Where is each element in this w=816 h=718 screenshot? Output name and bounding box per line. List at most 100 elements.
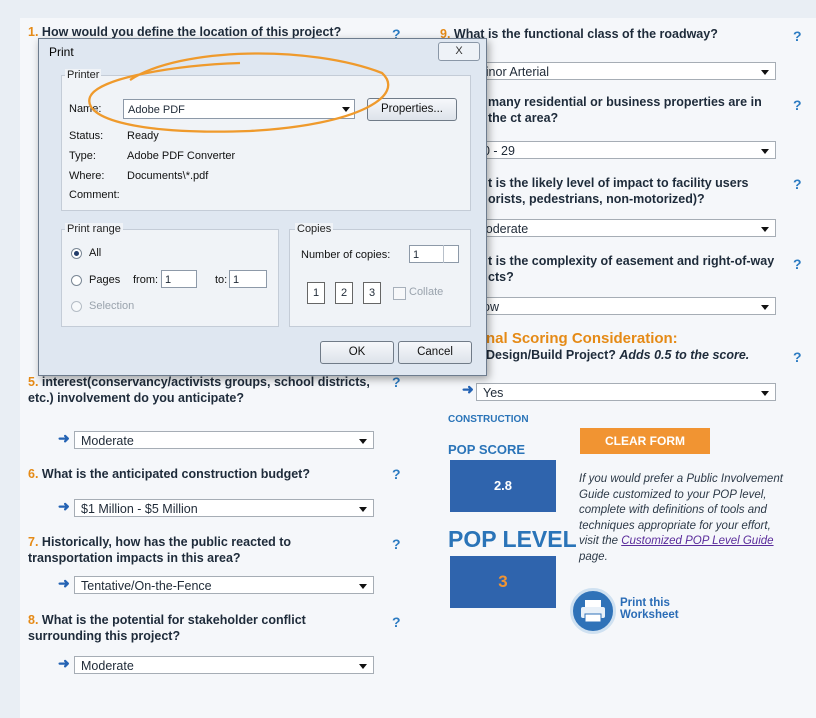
collate-page-icon: 2 [335,282,353,304]
collate-page-icon: 1 [307,282,325,304]
cancel-button[interactable]: Cancel [398,341,472,364]
clear-form-button[interactable]: CLEAR FORM [580,428,710,454]
from-label: from: [133,274,159,286]
q8-select[interactable]: Moderate [74,656,374,674]
type-label: Type: [69,150,96,162]
question-7-number: 7. [28,535,39,549]
collate-page-icon: 3 [363,282,381,304]
info-paragraph: If you would prefer a Public Involvement… [579,472,789,565]
chevron-down-icon [761,70,769,75]
selection-label: Selection [89,300,135,312]
q6-select-value: $1 Million - $5 Million [81,502,198,516]
question-12: t is the complexity of easement and righ… [488,254,775,284]
type-value: Adobe PDF Converter [127,150,236,162]
comment-label: Comment: [69,189,120,201]
copies-group-label: Copies [295,223,334,235]
arrow-icon: ➜ [58,498,70,514]
print-label-line2: Worksheet [620,609,679,621]
special-select-value: Yes [483,386,504,400]
question-9: 9. What is the functional class of the r… [440,26,760,42]
pop-score-value: 2.8 [450,460,556,512]
q9-select[interactable]: linor Arterial [476,62,776,80]
q7-select[interactable]: Tentative/On-the-Fence [74,576,374,594]
help-icon-special[interactable]: ? [793,349,802,365]
question-11: t is the likely level of impact to facil… [488,176,749,206]
question-6-text: What is the anticipated construction bud… [41,467,310,481]
ok-button[interactable]: OK [320,341,394,364]
q10-select[interactable]: 0 - 29 [476,141,776,159]
help-icon-q5[interactable]: ? [392,374,401,390]
question-6-number: 6. [28,467,39,481]
chevron-down-icon [761,391,769,396]
question-1-number: 1. [28,25,39,39]
annotation-ellipse [88,52,390,133]
arrow-icon: ➜ [58,655,70,671]
all-label: All [89,247,102,259]
q9-select-value: linor Arterial [483,65,549,79]
collate-checkbox[interactable] [393,287,406,300]
print-worksheet-link[interactable]: Print this Worksheet [620,597,679,621]
pop-guide-link[interactable]: Customized POP Level Guide [621,535,773,547]
chevron-down-icon [359,664,367,669]
help-icon-q7[interactable]: ? [392,536,401,552]
question-5: 5. interest(conservancy/activists groups… [28,374,378,406]
pages-label: Pages [89,274,121,286]
printer-glyph [581,600,605,623]
arrow-icon: ➜ [462,381,474,397]
question-8-number: 8. [28,613,39,627]
special-scoring-note: Adds 0.5 to the score. [619,348,750,362]
q11-select[interactable]: loderate [476,219,776,237]
help-icon-q11[interactable]: ? [793,176,802,192]
q7-select-value: Tentative/On-the-Fence [81,579,212,593]
pop-score-label: POP SCORE [448,442,526,457]
help-icon-q12[interactable]: ? [793,256,802,272]
special-scoring-text: Design/Build Project? [486,348,616,362]
copies-label: Number of copies: [301,249,391,261]
question-5-number: 5. [28,375,39,389]
pop-level-label: POP LEVEL [448,526,577,552]
printer-icon[interactable] [570,588,616,634]
help-icon-q9[interactable]: ? [793,28,802,44]
where-label: Where: [69,170,105,182]
q5-select-value: Moderate [81,434,134,448]
close-icon: X [455,45,463,57]
info-tail: page. [579,550,608,563]
question-5-text: interest(conservancy/activists groups, s… [28,375,370,405]
special-select[interactable]: Yes [476,383,776,401]
copies-group [289,229,471,327]
q6-select[interactable]: $1 Million - $5 Million [74,499,374,517]
question-9-text: What is the functional class of the road… [453,27,718,41]
help-icon-q6[interactable]: ? [392,466,401,482]
chevron-down-icon [761,149,769,154]
question-10: many residential or business properties … [488,95,762,125]
where-value: Documents\*.pdf [127,170,209,182]
q5-select[interactable]: Moderate [74,431,374,449]
question-8-text: What is the potential for stakeholder co… [28,613,306,643]
question-7-text: Historically, how has the public reacted… [28,535,292,565]
help-icon-q8[interactable]: ? [392,614,401,630]
q12-select[interactable]: ow [476,297,776,315]
copies-input[interactable]: 1 [409,245,459,263]
collate-label: Collate [409,286,444,298]
print-label-line1: Print this [620,597,670,609]
chevron-down-icon [359,507,367,512]
chevron-down-icon [761,227,769,232]
pop-level-value: 3 [450,556,556,608]
question-8: 8. What is the potential for stakeholder… [28,612,378,644]
to-input[interactable]: 1 [229,270,267,288]
q10-select-value: 0 - 29 [483,144,515,158]
to-label: to: [215,274,228,286]
question-6: 6. What is the anticipated construction … [28,466,378,482]
construction-label: CONSTRUCTION [448,414,529,425]
radio-pages[interactable] [71,275,82,286]
help-icon-q10[interactable]: ? [793,97,802,113]
close-button[interactable]: X [438,42,480,61]
chevron-down-icon [359,584,367,589]
spinner-icon[interactable] [443,245,458,263]
from-input[interactable]: 1 [161,270,197,288]
radio-selection[interactable] [71,301,82,312]
radio-all[interactable] [71,248,82,259]
copies-value: 1 [413,249,420,261]
arrow-icon: ➜ [58,430,70,446]
special-scoring-question: Design/Build Project? Adds 0.5 to the sc… [486,347,786,363]
